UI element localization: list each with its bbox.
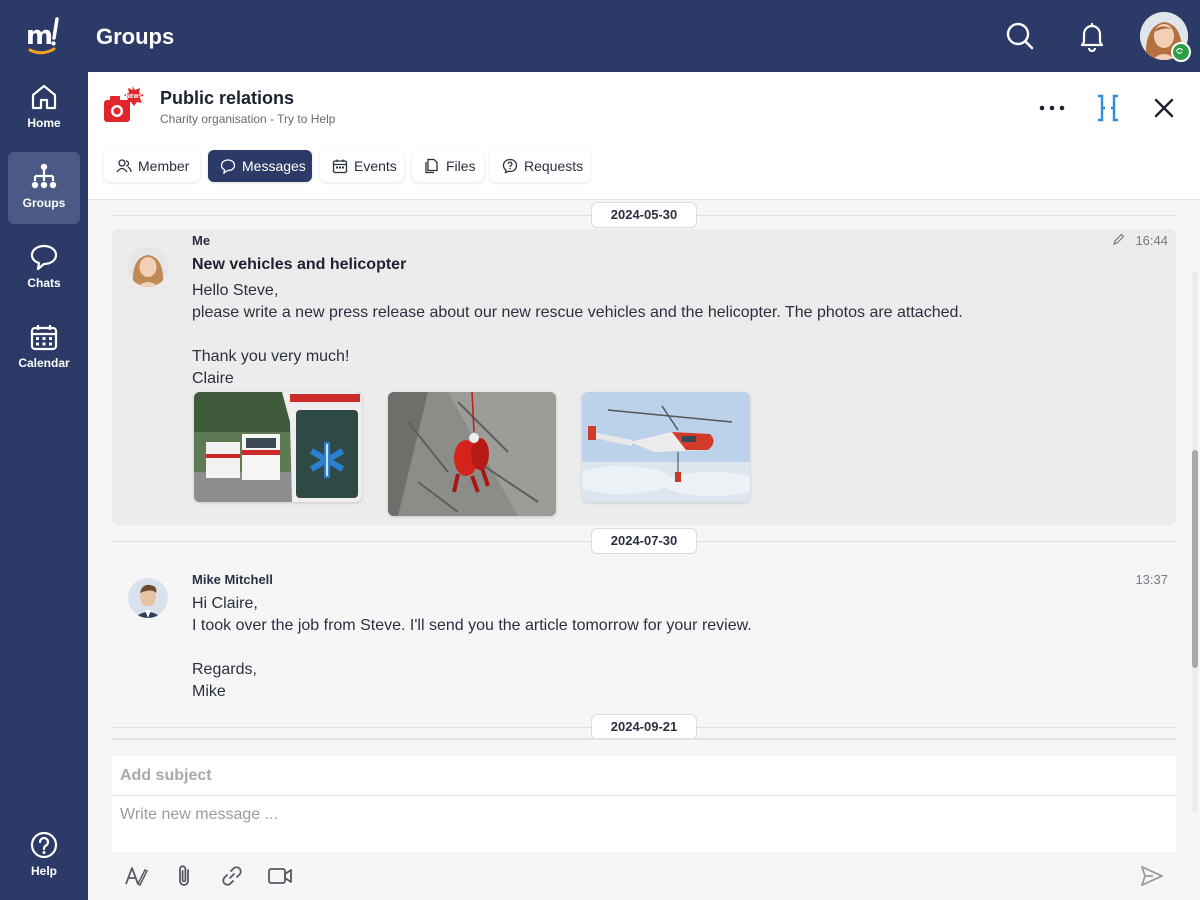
sidebar-item-label: Help bbox=[30, 864, 57, 878]
message-item[interactable]: Me 16:44 New vehicles and helicopter Hel… bbox=[112, 229, 1176, 525]
date-label: 2024-09-21 bbox=[591, 714, 697, 740]
avatar bbox=[128, 578, 168, 618]
message-line: please write a new press release about o… bbox=[192, 304, 963, 321]
app-logo[interactable]: m bbox=[24, 14, 64, 58]
sidebar-item-label: Home bbox=[27, 116, 61, 130]
date-label: 2024-05-30 bbox=[591, 202, 697, 228]
message-line: I took over the job from Steve. I'll sen… bbox=[192, 617, 752, 634]
sidebar-item-label: Groups bbox=[22, 196, 66, 210]
message-author: Mike Mitchell bbox=[192, 572, 273, 587]
message-time: 13:37 bbox=[1135, 572, 1168, 587]
tab-files[interactable]: Files bbox=[412, 150, 484, 182]
sidebar-item-label: Calendar bbox=[18, 356, 70, 370]
events-icon bbox=[332, 159, 348, 174]
date-separator: 2024-05-30 bbox=[112, 202, 1176, 228]
message-line: Hello Steve, bbox=[192, 282, 279, 299]
group-panel: NEWS Public relations Charity organisati… bbox=[88, 72, 1200, 900]
tab-member[interactable]: Member bbox=[104, 150, 200, 182]
tab-messages[interactable]: Messages bbox=[208, 150, 312, 182]
close-icon[interactable] bbox=[1146, 90, 1182, 126]
message-time: 16:44 bbox=[1135, 233, 1168, 248]
news-camera-icon: NEWS bbox=[104, 86, 144, 122]
edit-icon[interactable] bbox=[1112, 232, 1126, 246]
attachment-icon[interactable] bbox=[170, 862, 198, 890]
message-line: Claire bbox=[192, 370, 234, 387]
sidebar-item-label: Chats bbox=[27, 276, 61, 290]
date-separator: 2024-09-21 bbox=[112, 714, 1176, 740]
image-attachment-helicopter[interactable] bbox=[582, 392, 750, 502]
date-separator: 2024-07-30 bbox=[112, 528, 1176, 554]
message-author: Me bbox=[192, 233, 211, 248]
message-line: Hi Claire, bbox=[192, 595, 258, 612]
bell-icon[interactable] bbox=[1076, 20, 1108, 52]
calendar-icon bbox=[30, 325, 58, 351]
message-line: Mike bbox=[192, 683, 226, 700]
home-icon bbox=[31, 84, 57, 110]
help-icon bbox=[30, 831, 58, 859]
sidebar-item-chats[interactable]: Chats bbox=[8, 232, 80, 304]
image-attachment-ambulances[interactable] bbox=[194, 392, 362, 502]
svg-text:NEWS: NEWS bbox=[126, 94, 143, 100]
top-bar: m Groups bbox=[0, 0, 1200, 72]
sidebar-item-groups[interactable]: Groups bbox=[8, 152, 80, 224]
subject-input[interactable] bbox=[112, 756, 1176, 796]
video-icon[interactable] bbox=[266, 862, 294, 890]
group-title: Public relations bbox=[160, 88, 295, 108]
sidebar-item-calendar[interactable]: Calendar bbox=[8, 312, 80, 384]
page-title: Groups bbox=[96, 24, 175, 49]
search-icon[interactable] bbox=[1004, 20, 1036, 52]
requests-icon bbox=[502, 158, 518, 174]
groups-icon bbox=[31, 163, 57, 189]
text-format-icon[interactable] bbox=[122, 862, 150, 890]
chat-bubble-icon bbox=[30, 244, 58, 271]
send-icon[interactable] bbox=[1138, 862, 1166, 890]
message-line: Thank you very much! bbox=[192, 348, 350, 365]
avatar bbox=[128, 247, 168, 287]
files-icon bbox=[425, 158, 438, 174]
image-attachment-rescue[interactable] bbox=[388, 392, 556, 516]
scrollbar-thumb[interactable] bbox=[1192, 450, 1198, 668]
message-input[interactable] bbox=[112, 796, 1176, 852]
sidebar-item-home[interactable]: Home bbox=[8, 72, 80, 144]
tab-requests[interactable]: Requests bbox=[490, 150, 590, 182]
date-label: 2024-07-30 bbox=[591, 528, 697, 554]
message-line: Regards, bbox=[192, 661, 257, 678]
svg-text:m: m bbox=[26, 21, 53, 51]
sidebar-item-help[interactable]: Help bbox=[8, 820, 80, 892]
more-options-icon[interactable] bbox=[1034, 90, 1070, 126]
link-icon[interactable] bbox=[218, 862, 246, 890]
collapse-icon[interactable] bbox=[1090, 90, 1126, 126]
message-icon bbox=[220, 159, 236, 174]
message-composer bbox=[112, 738, 1176, 900]
group-header: NEWS Public relations Charity organisati… bbox=[88, 72, 1200, 200]
message-subject: New vehicles and helicopter bbox=[192, 256, 407, 273]
sidebar: Home Groups Chats Calendar Help bbox=[0, 72, 88, 900]
message-list[interactable]: 2024-05-30 Me 16:44 New vehicles and hel… bbox=[112, 200, 1176, 740]
tab-events[interactable]: Events bbox=[320, 150, 404, 182]
member-icon bbox=[116, 159, 132, 173]
message-item[interactable]: Mike Mitchell 13:37 Hi Claire, I took ov… bbox=[112, 560, 1176, 710]
online-status-icon bbox=[1171, 42, 1191, 62]
scrollbar[interactable] bbox=[1192, 272, 1198, 812]
group-subtitle: Charity organisation - Try to Help bbox=[160, 112, 336, 126]
